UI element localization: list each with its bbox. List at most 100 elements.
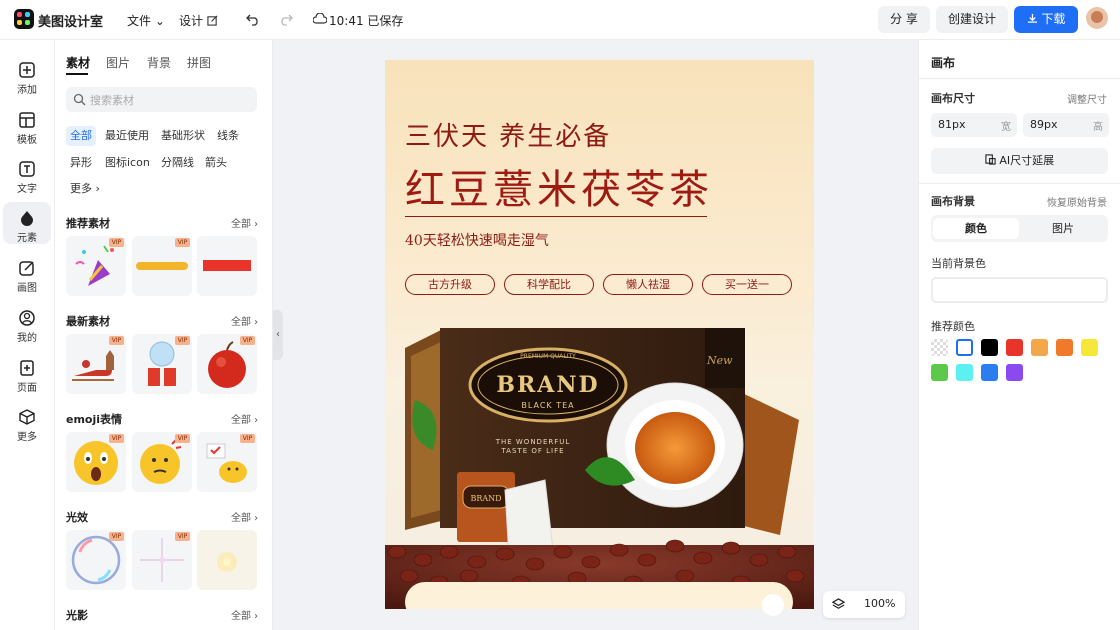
top-bar: 美图设计室 文件 ⌄ 设计 10:41 已保存 分 享 创建设计 下载 — [0, 0, 1120, 40]
file-menu[interactable]: 文件 ⌄ — [127, 12, 165, 29]
chip-arrows[interactable]: 箭头 — [201, 153, 231, 173]
asset-thumb-confetti[interactable]: VIP — [66, 236, 126, 296]
poster-tag[interactable]: 买一送一 — [702, 274, 792, 295]
redo-icon[interactable] — [279, 12, 293, 26]
chip-recent[interactable]: 最近使用 — [101, 126, 153, 146]
product-photo[interactable]: New PREMIUM QUALITY BRAND BLACK TEA THE … — [385, 320, 814, 609]
canvas-size-label: 画布尺寸 — [931, 92, 975, 105]
tab-backgrounds[interactable]: 背景 — [147, 54, 171, 71]
asset-thumb-bubble[interactable]: VIP — [66, 530, 126, 590]
color-swatch[interactable] — [981, 339, 998, 356]
poster-tag[interactable]: 懒人祛湿 — [603, 274, 693, 295]
chip-lines[interactable]: 线条 — [213, 126, 243, 146]
tab-materials[interactable]: 素材 — [66, 54, 90, 71]
color-swatch[interactable] — [956, 364, 973, 381]
left-nav: 添加 模板 文字 元素 画图 我的 页面 更多 — [0, 40, 55, 630]
asset-thumb-thinking-emoji[interactable]: VIP — [132, 432, 192, 492]
collapse-panel-button[interactable]: ‹ — [273, 310, 283, 360]
chip-dividers[interactable]: 分隔线 — [157, 153, 198, 173]
asset-thumb-sleigh[interactable]: VIP — [66, 334, 126, 394]
page-add-icon — [20, 360, 34, 376]
see-all-link[interactable]: 全部 › — [231, 607, 258, 622]
download-button[interactable]: 下载 — [1014, 6, 1078, 33]
undo-icon[interactable] — [246, 12, 260, 26]
cloud-saved-icon — [313, 13, 327, 24]
color-swatch[interactable] — [1031, 339, 1048, 356]
shapes-icon — [21, 211, 33, 226]
poster-tag[interactable]: 科学配比 — [504, 274, 594, 295]
see-all-link[interactable]: 全部 › — [231, 509, 258, 524]
layers-icon[interactable] — [832, 598, 845, 611]
resize-link[interactable]: 调整尺寸 — [1067, 91, 1107, 106]
width-input[interactable]: 81px 宽 — [931, 113, 1017, 137]
nav-item-add[interactable]: 添加 — [3, 54, 51, 96]
design-canvas[interactable]: 三伏天 养生必备 红豆薏米茯苓茶 40天轻松快速喝走湿气 古方升级 科学配比 懒… — [385, 60, 814, 609]
tab-images[interactable]: 图片 — [106, 54, 130, 71]
panel-title: 画布 — [931, 56, 956, 70]
color-swatch[interactable] — [1006, 364, 1023, 381]
nav-item-more[interactable]: 更多 — [3, 401, 51, 443]
section-title: 最新素材 — [66, 315, 110, 328]
chip-special-shapes[interactable]: 异形 — [66, 153, 96, 173]
share-button[interactable]: 分 享 — [878, 6, 930, 33]
create-design-button[interactable]: 创建设计 — [936, 6, 1008, 33]
box-tagline: THE WONDERFUL — [495, 438, 571, 446]
asset-thumb-yellow-stroke[interactable]: VIP — [132, 236, 192, 296]
see-all-link[interactable]: 全部 › — [231, 215, 258, 230]
reset-bg-link[interactable]: 恢复原始背景 — [1047, 194, 1107, 209]
canvas-handle[interactable] — [762, 594, 784, 616]
app-logo-icon[interactable] — [14, 9, 34, 29]
search-input[interactable]: 搜索素材 — [66, 87, 257, 112]
asset-thumb-snow-globe[interactable]: VIP — [132, 334, 192, 394]
zoom-control[interactable]: 100% — [823, 591, 905, 618]
segment-color[interactable]: 颜色 — [933, 218, 1019, 239]
poster-tag[interactable]: 古方升级 — [405, 274, 495, 295]
current-bg-color-swatch[interactable] — [931, 277, 1108, 303]
color-swatch[interactable] — [1006, 339, 1023, 356]
asset-thumb-duck-emoji[interactable]: VIP — [197, 432, 257, 492]
design-menu[interactable]: 设计 — [179, 12, 218, 29]
chip-more[interactable]: 更多 › — [66, 179, 104, 199]
nav-item-mine[interactable]: 我的 — [3, 302, 51, 344]
see-all-link[interactable]: 全部 › — [231, 313, 258, 328]
zoom-level[interactable]: 100% — [864, 597, 895, 610]
nav-item-draw[interactable]: 画图 — [3, 252, 51, 294]
app-name: 美图设计室 — [38, 15, 104, 30]
asset-thumb-red-bar[interactable] — [197, 236, 257, 296]
nav-item-elements[interactable]: 元素 — [3, 202, 51, 244]
color-swatch[interactable] — [1056, 339, 1073, 356]
nav-item-page[interactable]: 页面 — [3, 352, 51, 394]
vip-badge: VIP — [240, 434, 255, 443]
color-swatch[interactable] — [981, 364, 998, 381]
recommended-colors-label: 推荐颜色 — [931, 320, 975, 333]
segment-image[interactable]: 图片 — [1020, 218, 1106, 239]
vip-badge: VIP — [175, 434, 190, 443]
nav-item-template[interactable]: 模板 — [3, 104, 51, 146]
ai-size-extend-button[interactable]: AI尺寸延展 — [931, 148, 1108, 174]
asset-thumb-apple[interactable]: VIP — [197, 334, 257, 394]
color-swatch[interactable] — [1081, 339, 1098, 356]
chip-basic-shapes[interactable]: 基础形状 — [157, 126, 209, 146]
poster-divider[interactable] — [405, 216, 707, 217]
chip-all[interactable]: 全部 — [66, 126, 96, 146]
asset-thumb-sparkle[interactable]: VIP — [132, 530, 192, 590]
asset-thumb-shocked-emoji[interactable]: VIP — [66, 432, 126, 492]
pen-icon — [19, 261, 34, 276]
poster-headline-large[interactable]: 红豆薏米茯苓茶 — [405, 157, 713, 215]
chevron-down-icon: ⌄ — [154, 14, 165, 28]
poster-subtitle[interactable]: 40天轻松快速喝走湿气 — [405, 230, 549, 250]
cube-icon — [19, 409, 35, 425]
color-swatch[interactable] — [931, 364, 948, 381]
tab-collage[interactable]: 拼图 — [187, 54, 211, 71]
color-swatch[interactable] — [956, 339, 973, 356]
avatar[interactable] — [1086, 7, 1108, 29]
height-input[interactable]: 89px 高 — [1023, 113, 1109, 137]
see-all-link[interactable]: 全部 › — [231, 411, 258, 426]
vip-badge: VIP — [175, 336, 190, 345]
asset-thumb-glow[interactable] — [197, 530, 257, 590]
plus-square-icon — [19, 62, 35, 78]
poster-headline-small[interactable]: 三伏天 养生必备 — [405, 116, 611, 153]
nav-item-text[interactable]: 文字 — [3, 153, 51, 195]
color-swatch[interactable] — [931, 339, 948, 356]
chip-icons[interactable]: 图标icon — [101, 153, 154, 173]
